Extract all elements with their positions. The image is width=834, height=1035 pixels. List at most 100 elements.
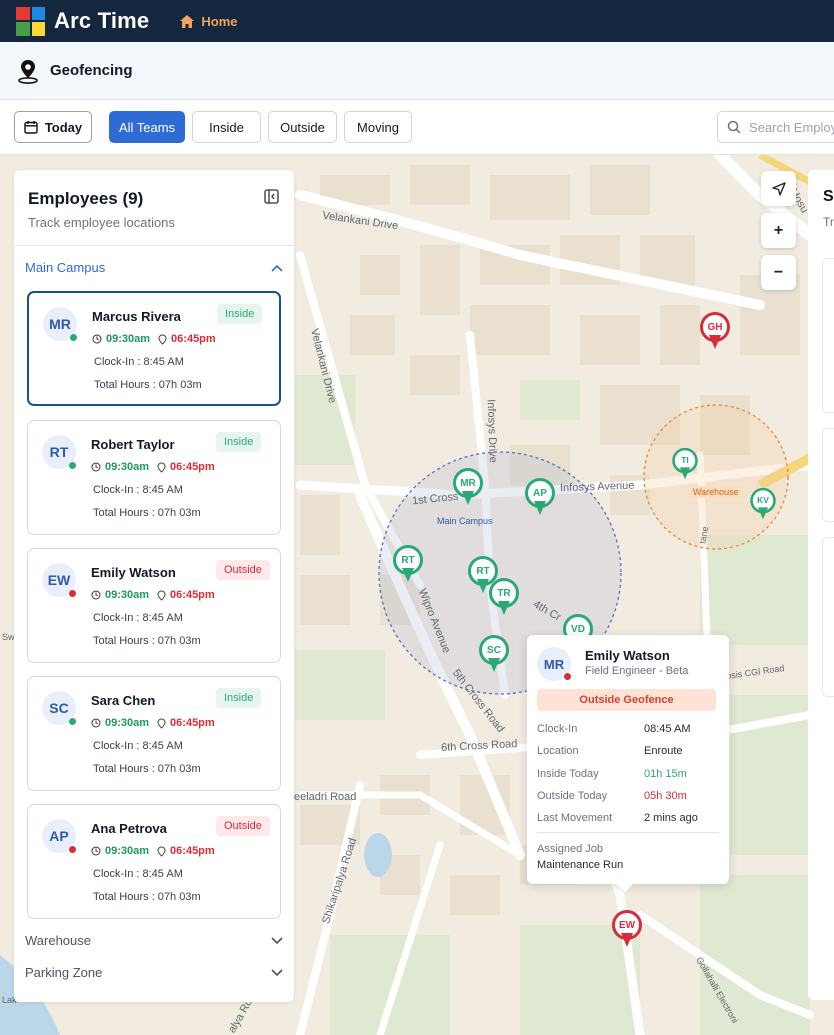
navigation-arrow-icon [771,181,786,196]
right-panel-title: S [823,188,834,205]
clock-in-text: Clock-In : 8:45 AM [94,356,184,368]
shift-times: 09:30am 06:45pm [91,589,215,601]
total-hours-text: Total Hours : 07h 03m [94,379,202,391]
employee-name: Marcus Rivera [92,309,181,324]
location-icon [158,333,167,345]
shift-times: 09:30am 06:45pm [91,845,215,857]
total-hours-text: Total Hours : 07h 03m [93,507,201,519]
page-title: Geofencing [50,62,133,79]
clock-icon [91,846,101,856]
tab-inside[interactable]: Inside [192,111,261,143]
map-pin-kv[interactable]: KV [750,487,776,520]
search-icon [727,120,741,134]
location-pin-icon [18,59,38,84]
map-pin-ap[interactable]: AP [525,478,555,516]
total-hours-text: Total Hours : 07h 03m [93,891,201,903]
status-badge: Outside [216,560,270,580]
location-icon [157,461,166,473]
employee-card[interactable]: AP Ana Petrova Outside 09:30am 06:45pm C… [27,804,281,919]
map-pin-sc[interactable]: SC [479,635,509,673]
employee-name: Ana Petrova [91,821,167,836]
map-pin-ew[interactable]: EW [612,910,642,948]
popup-row-label: Inside Today [537,768,599,780]
shift-times: 09:30am 06:45pm [91,717,215,729]
location-icon [157,589,166,601]
right-panel-subtitle: Tr [823,215,834,229]
group-warehouse[interactable]: Warehouse [25,933,283,948]
employee-card[interactable]: SC Sara Chen Inside 09:30am 06:45pm Cloc… [27,676,281,791]
popup-row-value: Enroute [644,745,683,757]
shift-start: 09:30am [105,717,150,729]
street-label: Infosys Drive [484,399,499,463]
shift-end: 06:45pm [171,333,216,345]
shift-start: 09:30am [106,333,151,345]
popup-role: Field Engineer - Beta [585,665,689,677]
status-badge: Inside [217,304,263,324]
filter-bar: Today All Teams Inside Outside Moving Se… [0,100,834,155]
tab-all-teams[interactable]: All Teams [109,111,185,143]
shift-times: 09:30am 06:45pm [92,333,216,345]
clock-in-text: Clock-In : 8:45 AM [93,612,183,624]
popup-row-value: 08:45 AM [644,723,691,735]
right-panel-card [822,537,834,697]
map-pin-gh[interactable]: GH [700,312,730,350]
group-main-campus[interactable]: Main Campus [25,260,283,275]
panel-subtitle: Track employee locations [28,215,175,230]
status-dot [563,672,572,681]
tab-outside[interactable]: Outside [268,111,337,143]
right-panel-card [822,428,834,522]
employee-name: Robert Taylor [91,437,175,452]
employee-card[interactable]: MR Marcus Rivera Inside 09:30am 06:45pm … [27,291,281,406]
status-badge: Inside [216,688,262,708]
clock-icon [91,590,101,600]
map-pin-tr[interactable]: TR [489,578,519,616]
shift-end: 06:45pm [170,589,215,601]
popup-divider [537,832,719,833]
group-label: Main Campus [25,260,106,275]
app-logo [16,6,45,36]
status-badge: Inside [216,432,262,452]
panel-title: Employees (9) [28,189,144,208]
right-panel-card [822,258,834,413]
calendar-icon [24,121,38,134]
clock-in-text: Clock-In : 8:45 AM [93,484,183,496]
today-button[interactable]: Today [14,111,92,143]
chevron-down-icon [271,968,283,976]
shift-times: 09:30am 06:45pm [91,461,215,473]
employee-card[interactable]: RT Robert Taylor Inside 09:30am 06:45pm … [27,420,281,535]
popup-name: Emily Watson [585,648,670,663]
clock-in-text: Clock-In : 8:45 AM [93,868,183,880]
popup-row-label: Clock-In [537,723,578,735]
shift-end: 06:45pm [170,717,215,729]
group-label: Parking Zone [25,965,103,980]
clock-in-text: Clock-In : 8:45 AM [93,740,183,752]
search-input[interactable]: Search Employ [717,111,834,143]
home-link[interactable]: Home [179,14,237,29]
group-parking-zone[interactable]: Parking Zone [25,965,283,980]
map-pin-rt[interactable]: RT [393,545,423,583]
map-pin-mr[interactable]: MR [453,468,483,506]
location-icon [157,845,166,857]
zoom-out-button[interactable]: − [761,255,796,290]
map-pin-ti[interactable]: TI [672,447,698,480]
panel-divider [14,245,294,246]
status-dot [68,845,77,854]
home-icon [180,14,195,28]
total-hours-text: Total Hours : 07h 03m [93,763,201,775]
status-dot [68,589,77,598]
popup-row-label: Outside Today [537,790,608,802]
status-dot [69,333,78,342]
shift-start: 09:30am [105,461,150,473]
assigned-job-label: Assigned Job [537,843,604,855]
locate-button[interactable] [761,171,796,206]
status-badge: Outside [216,816,270,836]
popup-row-label: Location [537,745,579,757]
zoom-in-button[interactable]: + [761,213,796,248]
tab-moving[interactable]: Moving [344,111,412,143]
zone-label-warehouse: Warehouse [690,486,742,498]
shift-end: 06:45pm [170,461,215,473]
employees-panel: Employees (9) Track employee locations M… [14,170,294,1002]
employee-card[interactable]: EW Emily Watson Outside 09:30am 06:45pm … [27,548,281,663]
clock-icon [91,462,101,472]
collapse-panel-icon[interactable] [264,189,279,204]
